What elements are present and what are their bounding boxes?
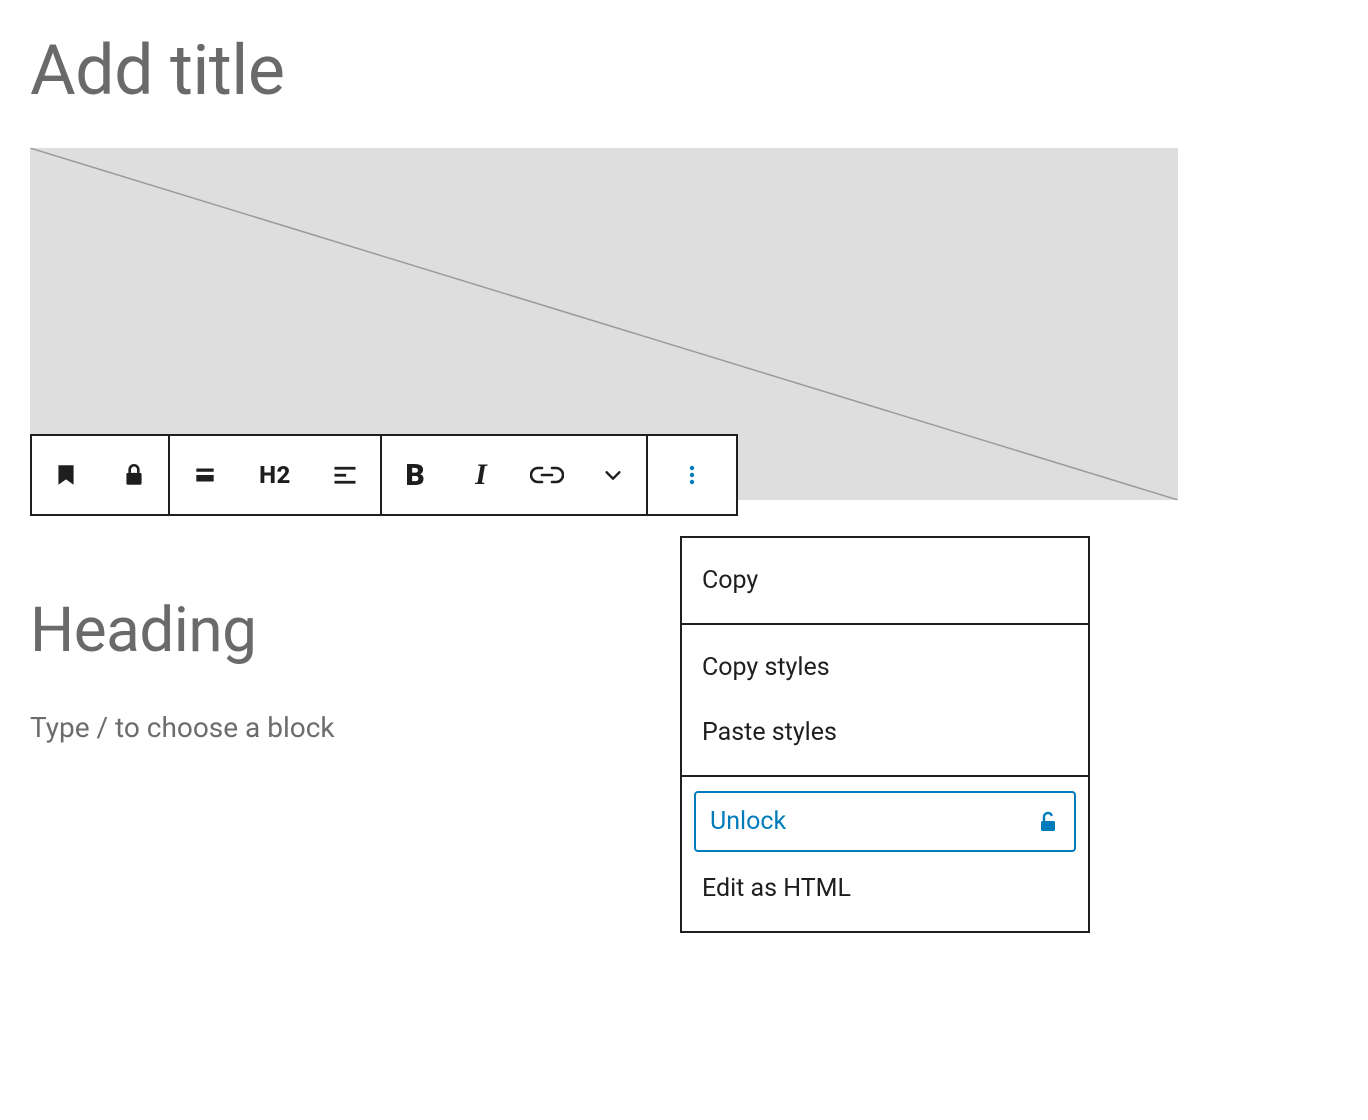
block-options-button[interactable] <box>648 436 736 514</box>
dropdown-section-edit: Unlock Edit as HTML <box>682 777 1088 931</box>
heading-level-button[interactable]: H2 <box>240 436 310 514</box>
menu-item-label: Copy styles <box>702 653 830 682</box>
toolbar-group-options <box>646 434 738 516</box>
drag-handle-button[interactable] <box>170 436 240 514</box>
toolbar-group-format: B I <box>380 434 646 516</box>
menu-item-copy-styles[interactable]: Copy styles <box>682 635 1088 700</box>
italic-button[interactable]: I <box>448 436 514 514</box>
lock-icon <box>121 462 147 488</box>
bold-icon: B <box>405 458 424 493</box>
bold-button[interactable]: B <box>382 436 448 514</box>
align-button[interactable] <box>310 436 380 514</box>
unlock-icon <box>1036 810 1060 834</box>
link-button[interactable] <box>514 436 580 514</box>
menu-item-paste-styles[interactable]: Paste styles <box>682 700 1088 765</box>
bookmark-icon <box>53 462 79 488</box>
chevron-down-icon <box>602 464 624 486</box>
menu-item-label: Paste styles <box>702 718 837 747</box>
menu-item-label: Edit as HTML <box>702 874 851 903</box>
post-title-input[interactable]: Add title <box>30 24 1338 122</box>
more-formatting-button[interactable] <box>580 436 646 514</box>
lock-indicator-button[interactable] <box>100 436 168 514</box>
drag-lines-icon <box>192 462 218 488</box>
menu-item-label: Copy <box>702 566 758 595</box>
toolbar-group-block <box>30 434 168 516</box>
align-left-icon <box>331 461 359 489</box>
menu-item-edit-html[interactable]: Edit as HTML <box>682 856 1088 921</box>
menu-item-unlock[interactable]: Unlock <box>694 791 1076 852</box>
dropdown-section-styles: Copy styles Paste styles <box>682 625 1088 777</box>
heading-level-label: H2 <box>259 461 291 489</box>
menu-item-label: Unlock <box>710 807 786 836</box>
menu-item-copy[interactable]: Copy <box>682 548 1088 613</box>
block-toolbar: H2 B I <box>30 434 738 516</box>
block-type-button[interactable] <box>32 436 100 514</box>
link-icon <box>530 464 564 486</box>
block-options-dropdown: Copy Copy styles Paste styles Unlock Edi… <box>680 536 1090 933</box>
italic-icon: I <box>475 458 487 492</box>
dropdown-section-clipboard: Copy <box>682 538 1088 625</box>
toolbar-group-transform: H2 <box>168 434 380 516</box>
more-vertical-icon <box>680 463 704 487</box>
